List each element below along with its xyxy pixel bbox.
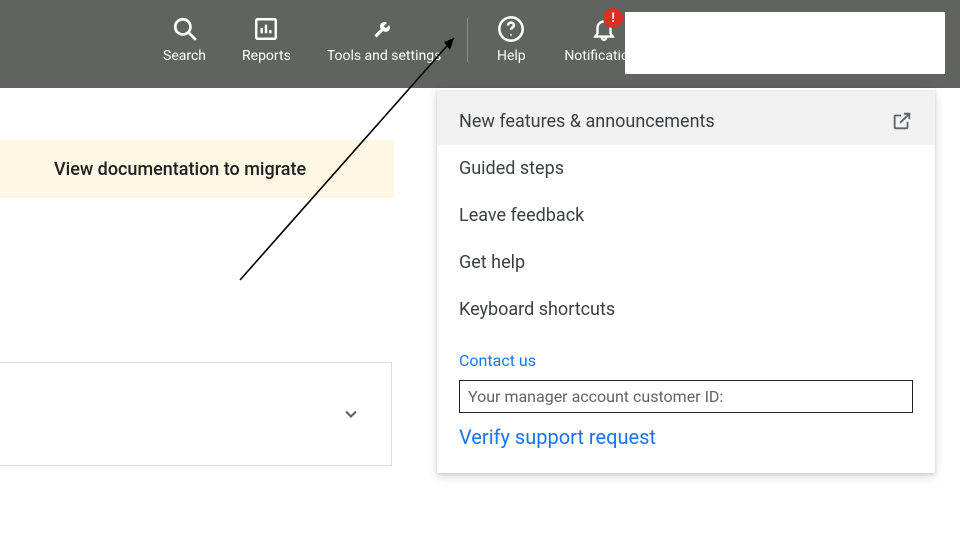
menu-announcements[interactable]: New features & announcements [437, 90, 935, 145]
wrench-icon [371, 12, 397, 46]
customer-id-box: Your manager account customer ID: [459, 380, 913, 413]
contact-heading: Contact us [459, 351, 913, 370]
bar-chart-icon [253, 12, 279, 46]
menu-guided-label: Guided steps [459, 158, 564, 179]
nav-help[interactable]: Help [476, 12, 546, 65]
top-nav-bar: Search Reports Tools and settings [0, 0, 960, 88]
nav-search[interactable]: Search [145, 12, 224, 65]
nav-reports[interactable]: Reports [224, 12, 309, 65]
banner-text: View documentation to migrate [54, 159, 306, 180]
nav-tools[interactable]: Tools and settings [309, 12, 460, 65]
menu-leave-feedback[interactable]: Leave feedback [437, 192, 935, 239]
search-icon [172, 12, 198, 46]
notification-badge: ! [603, 8, 623, 28]
collapsible-card[interactable] [0, 362, 392, 466]
chevron-down-icon [341, 404, 361, 424]
nav-help-label: Help [497, 48, 526, 65]
account-box[interactable] [625, 12, 945, 74]
help-icon [497, 12, 525, 46]
nav-search-label: Search [163, 48, 206, 65]
customer-id-label: Your manager account customer ID: [468, 387, 723, 406]
contact-section: Contact us Your manager account customer… [437, 333, 935, 449]
bell-icon: ! [591, 12, 617, 46]
menu-keyboard-shortcuts[interactable]: Keyboard shortcuts [437, 286, 935, 333]
nav-divider [467, 18, 468, 62]
menu-gethelp-label: Get help [459, 252, 525, 273]
menu-get-help[interactable]: Get help [437, 239, 935, 286]
nav-reports-label: Reports [242, 48, 291, 65]
verify-support-link[interactable]: Verify support request [459, 425, 913, 449]
menu-feedback-label: Leave feedback [459, 205, 584, 226]
nav-tools-label: Tools and settings [327, 48, 442, 65]
menu-announcements-label: New features & announcements [459, 111, 715, 132]
menu-guided-steps[interactable]: Guided steps [437, 145, 935, 192]
external-link-icon [891, 110, 913, 132]
migration-banner[interactable]: View documentation to migrate [0, 140, 394, 198]
help-dropdown-menu: New features & announcements Guided step… [437, 88, 935, 473]
menu-shortcuts-label: Keyboard shortcuts [459, 299, 615, 320]
